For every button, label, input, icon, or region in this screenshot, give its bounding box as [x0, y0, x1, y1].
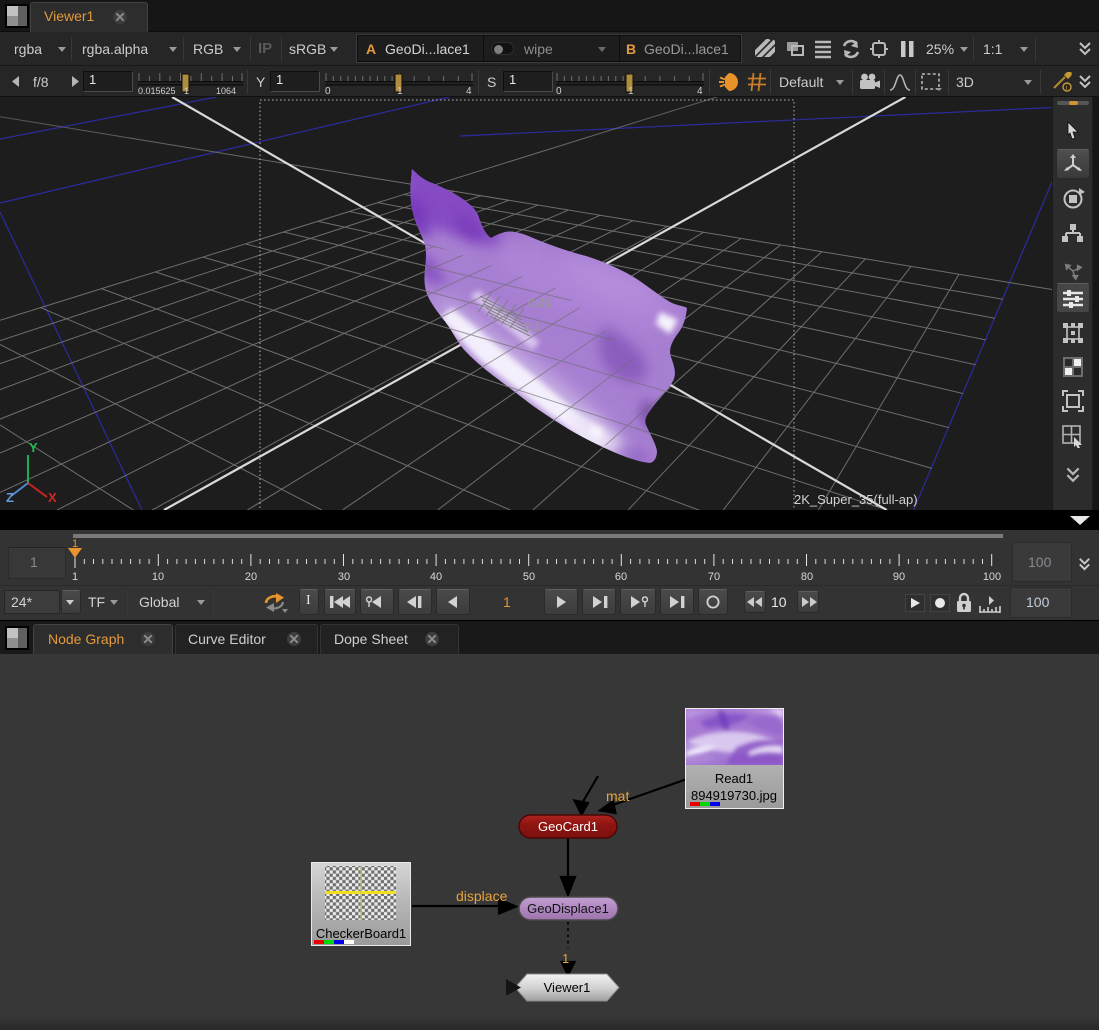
svg-text:10: 10	[152, 571, 164, 583]
svg-text:4: 4	[466, 86, 472, 95]
svg-text:70: 70	[708, 571, 720, 583]
svg-text:80: 80	[801, 571, 813, 583]
svg-text:60: 60	[615, 571, 627, 583]
svg-text:1: 1	[72, 571, 78, 583]
svg-text:50: 50	[523, 571, 535, 583]
svg-text:1: 1	[628, 86, 634, 95]
svg-text:0.015625: 0.015625	[138, 86, 176, 95]
svg-text:40: 40	[430, 571, 442, 583]
svg-text:2K_Super_35(full-ap): 2K_Super_35(full-ap)	[794, 492, 918, 507]
svg-text:Read1: Read1	[715, 771, 753, 786]
svg-text:4: 4	[697, 86, 703, 95]
svg-text:894919730.jpg: 894919730.jpg	[691, 788, 777, 803]
svg-text:0: 0	[556, 86, 562, 95]
svg-text:1: 1	[397, 86, 403, 95]
svg-text:100: 100	[983, 571, 1001, 583]
svg-text:Viewer1: Viewer1	[544, 980, 591, 995]
svg-text:GeoCard1: GeoCard1	[538, 819, 598, 834]
svg-text:0.1: 0.1	[524, 320, 541, 334]
svg-text:30: 30	[338, 571, 350, 583]
svg-text:20: 20	[245, 571, 257, 583]
svg-text:mat: mat	[606, 788, 629, 804]
svg-text:0: 0	[325, 86, 331, 95]
svg-text:Z: Z	[6, 490, 14, 505]
svg-text:X: X	[48, 490, 57, 505]
svg-text:0.01: 0.01	[528, 296, 552, 310]
svg-text:1: 1	[562, 951, 569, 966]
svg-text:1064: 1064	[216, 86, 236, 95]
svg-text:90: 90	[893, 571, 905, 583]
svg-text:GeoDisplace1: GeoDisplace1	[527, 901, 609, 916]
svg-text:CheckerBoard1: CheckerBoard1	[316, 926, 406, 941]
svg-text:1: 1	[184, 86, 189, 95]
svg-text:displace: displace	[456, 888, 508, 904]
svg-text:Y: Y	[29, 440, 38, 455]
